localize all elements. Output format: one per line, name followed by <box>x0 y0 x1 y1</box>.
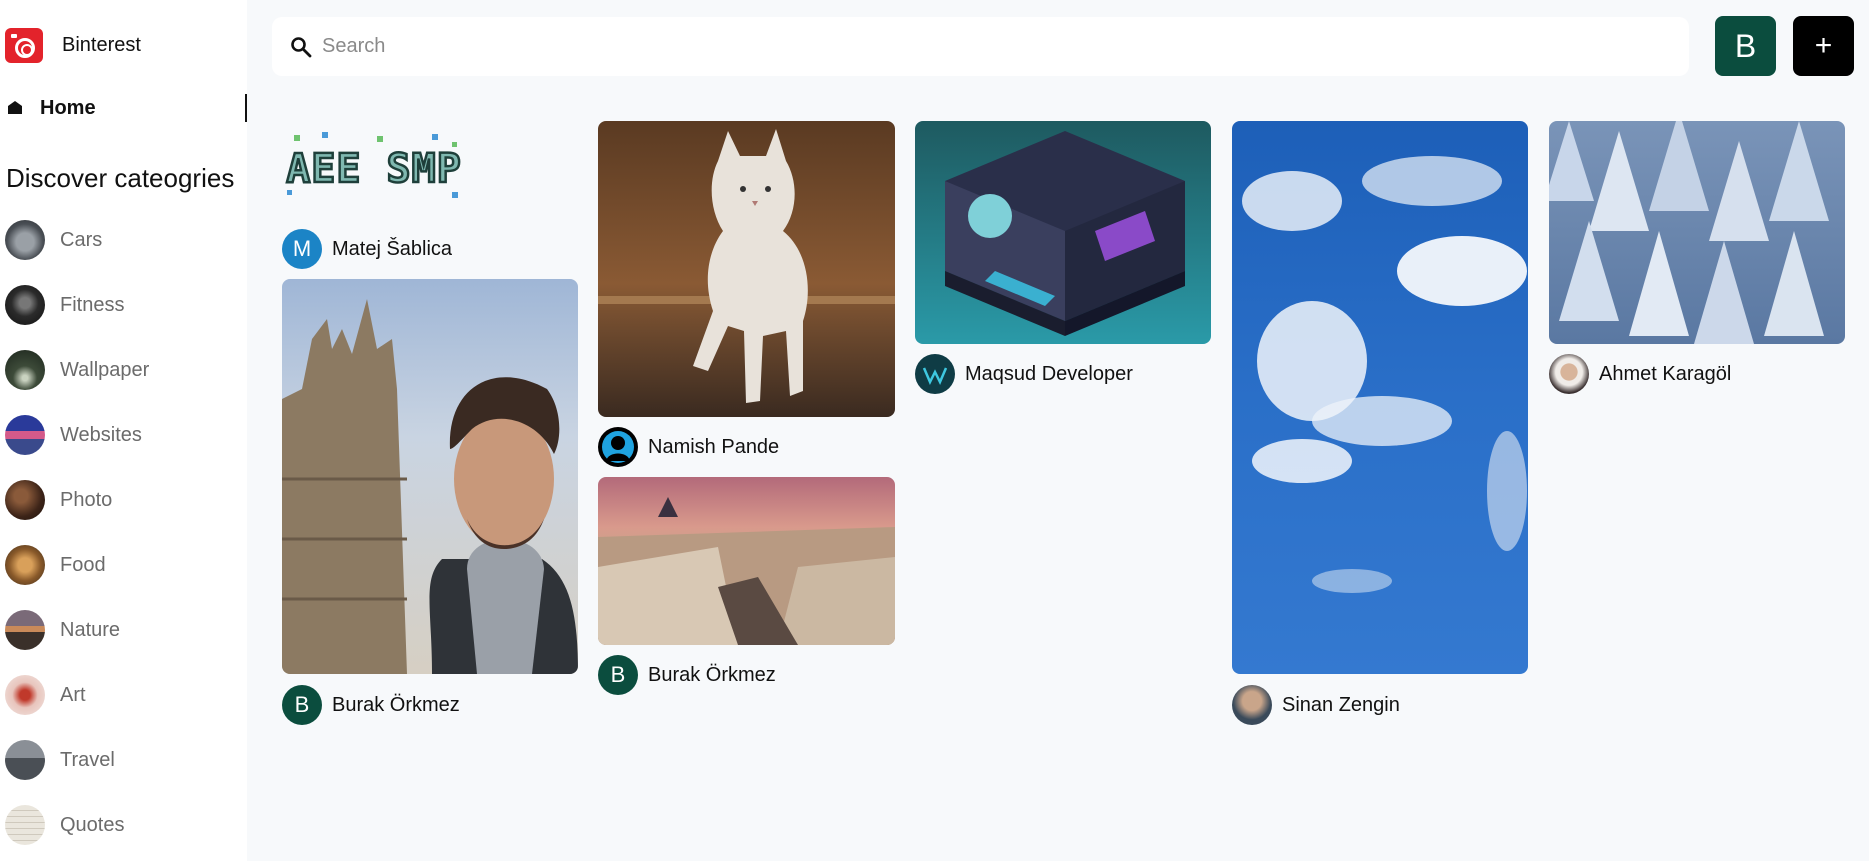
forest-illustration <box>1549 121 1829 344</box>
home-icon <box>8 101 22 114</box>
create-pin-button[interactable]: + <box>1793 16 1854 76</box>
pin-author[interactable]: M Matej Šablica <box>282 229 452 269</box>
brand[interactable]: Binterest <box>5 28 141 63</box>
search-bar[interactable] <box>272 17 1689 76</box>
category-fitness[interactable]: Fitness <box>5 283 235 327</box>
nav-home[interactable]: Home <box>0 90 247 126</box>
pin-author[interactable]: B Burak Örkmez <box>598 655 776 695</box>
search-icon <box>291 37 312 58</box>
cat-illustration <box>598 129 895 403</box>
author-avatar: B <box>598 655 638 695</box>
pin-image-city[interactable] <box>598 477 895 645</box>
category-food[interactable]: Food <box>5 543 235 587</box>
category-thumbnail <box>5 610 45 650</box>
pin-image-sky[interactable] <box>1232 121 1528 674</box>
category-thumbnail <box>5 480 45 520</box>
pixel-logo-art: AEE SMP <box>285 132 462 198</box>
category-thumbnail <box>5 285 45 325</box>
category-label: Wallpaper <box>60 358 150 381</box>
author-name: Burak Örkmez <box>332 693 460 716</box>
category-label: Nature <box>60 618 121 641</box>
author-avatar <box>1232 685 1272 725</box>
pin-author[interactable]: Maqsud Developer <box>915 354 1133 394</box>
category-thumbnail <box>5 740 45 780</box>
nav-home-label: Home <box>40 97 96 119</box>
author-name: Burak Örkmez <box>648 663 776 686</box>
author-avatar: M <box>282 229 322 269</box>
camera-logo-icon <box>5 28 43 63</box>
category-label: Food <box>60 553 106 576</box>
author-name: Matej Šablica <box>332 237 453 260</box>
user-avatar-button[interactable]: B <box>1715 16 1776 76</box>
category-travel[interactable]: Travel <box>5 738 235 782</box>
author-avatar <box>915 354 955 394</box>
category-label: Fitness <box>60 293 125 316</box>
sidebar: Binterest Home Discover cateogries Cars … <box>0 0 247 861</box>
category-thumbnail <box>5 415 45 455</box>
category-thumbnail <box>5 805 45 845</box>
author-avatar: B <box>282 685 322 725</box>
category-thumbnail <box>5 220 45 260</box>
w-logo-icon <box>922 367 948 385</box>
category-label: Quotes <box>60 813 125 836</box>
city-illustration <box>598 497 895 645</box>
category-label: Photo <box>60 488 113 511</box>
author-name: Ahmet Karagöl <box>1599 362 1732 385</box>
author-name: Maqsud Developer <box>965 362 1133 385</box>
pixel-logo-text: AEE SMP <box>286 146 462 192</box>
brand-name: Binterest <box>62 34 141 56</box>
category-cars[interactable]: Cars <box>5 218 235 262</box>
pin-author[interactable]: Ahmet Karagöl <box>1549 354 1731 394</box>
category-photo[interactable]: Photo <box>5 478 235 522</box>
category-quotes[interactable]: Quotes <box>5 803 235 847</box>
active-indicator <box>245 94 247 122</box>
pin-image-snowy-forest[interactable] <box>1549 121 1845 344</box>
category-nature[interactable]: Nature <box>5 608 235 652</box>
pin-author[interactable]: Sinan Zengin <box>1232 685 1400 725</box>
author-name: Namish Pande <box>648 435 780 458</box>
category-art[interactable]: Art <box>5 673 235 717</box>
category-label: Travel <box>60 748 115 771</box>
author-avatar <box>598 427 638 467</box>
category-thumbnail <box>5 545 45 585</box>
category-label: Cars <box>60 228 103 251</box>
pin-image-selfie[interactable] <box>282 279 578 674</box>
author-avatar <box>1549 354 1589 394</box>
pin-image-minecraft-logo[interactable]: AEE SMP <box>282 130 467 208</box>
search-input[interactable] <box>322 17 1672 76</box>
profile-silhouette-icon <box>602 431 634 463</box>
pin-image-cat[interactable] <box>598 121 895 417</box>
author-name: Sinan Zengin <box>1282 693 1400 716</box>
selfie-illustration <box>282 299 578 674</box>
pin-author[interactable]: B Burak Örkmez <box>282 685 460 725</box>
discover-title: Discover cateogries <box>6 163 235 193</box>
isometric-room-illustration <box>945 131 1185 336</box>
pin-image-isometric-room[interactable] <box>915 121 1211 344</box>
category-label: Websites <box>60 423 142 446</box>
category-thumbnail <box>5 675 45 715</box>
category-wallpaper[interactable]: Wallpaper <box>5 348 235 392</box>
pin-author[interactable]: Namish Pande <box>598 427 779 467</box>
category-websites[interactable]: Websites <box>5 413 235 457</box>
category-thumbnail <box>5 350 45 390</box>
cloud-illustration <box>1242 156 1527 593</box>
category-label: Art <box>60 683 86 706</box>
